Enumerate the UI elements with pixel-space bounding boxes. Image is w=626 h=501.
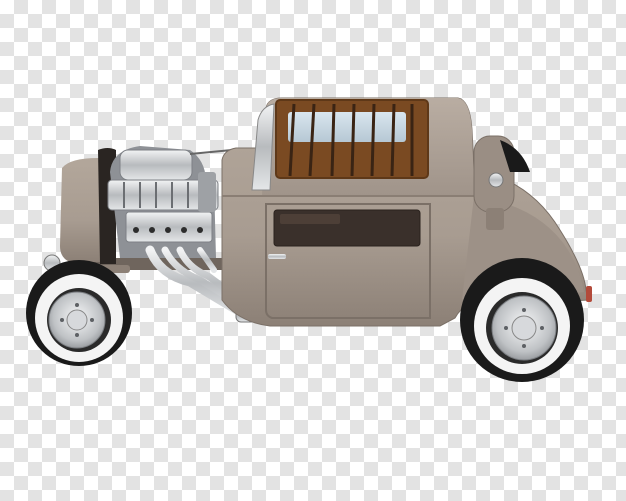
hot-rod-car (26, 97, 592, 382)
front-wheel (26, 260, 132, 366)
windshield-frame (251, 103, 275, 191)
door-handle (268, 254, 286, 259)
checkerboard-background (0, 0, 626, 501)
radiator-grille (43, 148, 116, 272)
rear-wheel (460, 258, 584, 382)
tail-light (586, 286, 592, 302)
sunroof (275, 99, 429, 179)
engine-block (107, 146, 233, 258)
